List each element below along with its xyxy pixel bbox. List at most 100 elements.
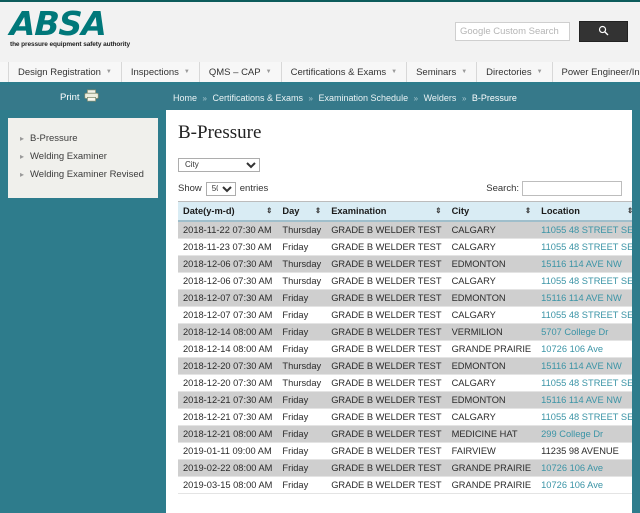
cell-day: Thursday: [277, 272, 327, 290]
google-custom-search-input[interactable]: [455, 22, 570, 41]
nav-item-inspections[interactable]: Inspections ▼: [121, 62, 200, 82]
column-header-date[interactable]: Date(y-m-d) ⇕: [178, 201, 278, 222]
nav-item-qms-cap[interactable]: QMS – CAP ▼: [199, 62, 282, 82]
table-row: 2018-12-07 07:30 AM Friday GRADE B WELDER …: [178, 306, 632, 324]
location-link[interactable]: 10726 106 Ave: [541, 344, 603, 354]
cell-day: Thursday: [277, 374, 327, 392]
column-header-label: City: [451, 206, 470, 216]
cell-examination: GRADE B WELDER TEST: [326, 306, 447, 324]
schedule-table: Date(y-m-d) ⇕ Day ⇕ Examination ⇕ City ⇕…: [178, 201, 632, 494]
cell-location: 10726 106 Ave: [536, 340, 632, 358]
chevron-right-icon: ▸: [20, 134, 25, 143]
cell-location: 15116 114 AVE NW: [536, 357, 632, 375]
column-header-examination[interactable]: Examination ⇕: [326, 201, 447, 222]
page-length-control: Show 50 entries: [178, 181, 268, 196]
table-row: 2018-11-22 07:30 AM Thursday GRADE B WELDE…: [178, 221, 632, 239]
cell-location: 11055 48 STREET SE: [536, 306, 632, 324]
sidebar-item-welding-examiner-revised[interactable]: ▸ Welding Examiner Revised: [18, 166, 148, 184]
location-link[interactable]: 11055 48 STREET SE: [541, 310, 632, 320]
page-title: B-Pressure: [178, 122, 262, 143]
location-link[interactable]: 5707 College Dr: [541, 327, 608, 337]
cell-day: Thursday: [277, 221, 327, 239]
cell-date: 2018-12-21 07:30 AM: [178, 408, 278, 426]
table-row: 2018-12-14 08:00 AM Friday GRADE B WELDER …: [178, 340, 632, 358]
location-link[interactable]: 11055 48 STREET SE: [541, 412, 632, 422]
location-link[interactable]: 11055 48 STREET SE: [541, 378, 632, 388]
cell-location: 11055 48 STREET SE: [536, 408, 632, 426]
table-search-label: Search:: [486, 183, 519, 194]
cell-location: 11055 48 STREET SE: [536, 374, 632, 392]
cell-city: GRANDE PRAIRIE: [446, 476, 537, 494]
table-row: 2019-03-15 08:00 AM Friday GRADE B WELDER …: [178, 476, 632, 494]
cell-examination: GRADE B WELDER TEST: [326, 425, 447, 443]
table-search-input[interactable]: [522, 181, 622, 196]
page-length-select[interactable]: 50: [205, 181, 236, 196]
search-submit-button[interactable]: [579, 21, 628, 42]
location-link[interactable]: 10726 106 Ave: [541, 480, 603, 490]
print-button[interactable]: Print: [60, 89, 99, 107]
column-header-location[interactable]: Location ⇕: [536, 201, 632, 222]
cell-date: 2018-12-21 08:00 AM: [178, 425, 278, 443]
location-link[interactable]: 11055 48 STREET SE: [541, 242, 632, 252]
location-link[interactable]: 15116 114 AVE NW: [541, 293, 622, 303]
cell-location: 11055 48 STREET SE: [536, 221, 632, 239]
location-link[interactable]: 299 College Dr: [541, 429, 603, 439]
cell-date: 2019-03-15 08:00 AM: [178, 476, 278, 494]
breadcrumb-item-examination-schedule[interactable]: Examination Schedule: [319, 93, 409, 103]
nav-label: Seminars: [416, 66, 457, 78]
city-filter-select[interactable]: City: [178, 157, 260, 172]
column-header-city[interactable]: City ⇕: [446, 201, 537, 222]
cell-examination: GRADE B WELDER TEST: [326, 374, 447, 392]
table-row: 2018-12-07 07:30 AM Friday GRADE B WELDER …: [178, 289, 632, 307]
chevron-right-icon: ▸: [20, 152, 25, 161]
table-row: 2018-12-14 08:00 AM Friday GRADE B WELDER …: [178, 323, 632, 341]
cell-city: CALGARY: [446, 221, 537, 239]
location-link[interactable]: 15116 114 AVE NW: [541, 395, 622, 405]
location-link[interactable]: 11055 48 STREET SE: [541, 276, 632, 286]
sidebar-item-label: Welding Examiner Revised: [30, 169, 144, 180]
sidebar-item-welding-examiner[interactable]: ▸ Welding Examiner: [18, 148, 148, 166]
column-header-label: Date(y-m-d): [183, 206, 235, 216]
chevron-down-icon: ▼: [105, 69, 112, 75]
breadcrumb-item-home[interactable]: Home: [173, 93, 197, 103]
cell-examination: GRADE B WELDER TEST: [326, 272, 447, 290]
cell-examination: GRADE B WELDER TEST: [326, 221, 447, 239]
location-link[interactable]: 15116 114 AVE NW: [541, 361, 622, 371]
cell-day: Thursday: [277, 255, 327, 273]
table-row: 2018-12-20 07:30 AM Thursday GRADE B WELDE…: [178, 357, 632, 375]
cell-day: Friday: [277, 340, 327, 358]
sidebar-item-b-pressure[interactable]: ▸ B-Pressure: [18, 130, 148, 148]
breadcrumb-item-welders[interactable]: Welders: [424, 93, 457, 103]
location-link[interactable]: 10726 106 Ave: [541, 463, 603, 473]
sort-icon: ⇕: [435, 206, 442, 216]
nav-label: Power Engineer/Inspector Login: [561, 66, 640, 78]
sidebar: ▸ B-Pressure ▸ Welding Examiner ▸ Weldin…: [8, 118, 158, 198]
nav-item-design-registration[interactable]: Design Registration ▼: [8, 62, 122, 82]
cell-day: Friday: [277, 323, 327, 341]
table-row: 2018-12-20 07:30 AM Thursday GRADE B WELDE…: [178, 374, 632, 392]
breadcrumb-separator: »: [202, 93, 207, 103]
cell-location: 15116 114 AVE NW: [536, 391, 632, 409]
cell-date: 2018-12-14 08:00 AM: [178, 340, 278, 358]
table-row: 2018-12-06 07:30 AM Thursday GRADE B WELDE…: [178, 255, 632, 273]
cell-examination: GRADE B WELDER TEST: [326, 476, 447, 494]
location-link[interactable]: 11055 48 STREET SE: [541, 225, 632, 235]
site-logo[interactable]: ABSA the pressure equipment safety autho…: [9, 4, 130, 48]
search-icon: [598, 24, 609, 39]
nav-item-power-engineer-inspector-login[interactable]: Power Engineer/Inspector Login: [552, 62, 640, 82]
cell-city: GRANDE PRAIRIE: [446, 340, 537, 358]
cell-day: Friday: [277, 442, 327, 460]
cell-date: 2018-12-20 07:30 AM: [178, 374, 278, 392]
column-header-label: Examination: [331, 206, 387, 216]
cell-location: 10726 106 Ave: [536, 459, 632, 477]
location-link[interactable]: 15116 114 AVE NW: [541, 259, 622, 269]
breadcrumb-item-certifications-exams[interactable]: Certifications & Exams: [213, 93, 304, 103]
breadcrumb-separator: »: [308, 93, 313, 103]
nav-item-seminars[interactable]: Seminars ▼: [407, 62, 478, 82]
cell-date: 2018-11-23 07:30 AM: [178, 238, 278, 256]
nav-item-directories[interactable]: Directories ▼: [477, 62, 553, 82]
cell-city: MEDICINE HAT: [446, 425, 537, 443]
nav-item-certifications-exams[interactable]: Certifications & Exams ▼: [281, 62, 408, 82]
cell-city: EDMONTON: [446, 255, 537, 273]
column-header-day[interactable]: Day ⇕: [277, 201, 327, 222]
